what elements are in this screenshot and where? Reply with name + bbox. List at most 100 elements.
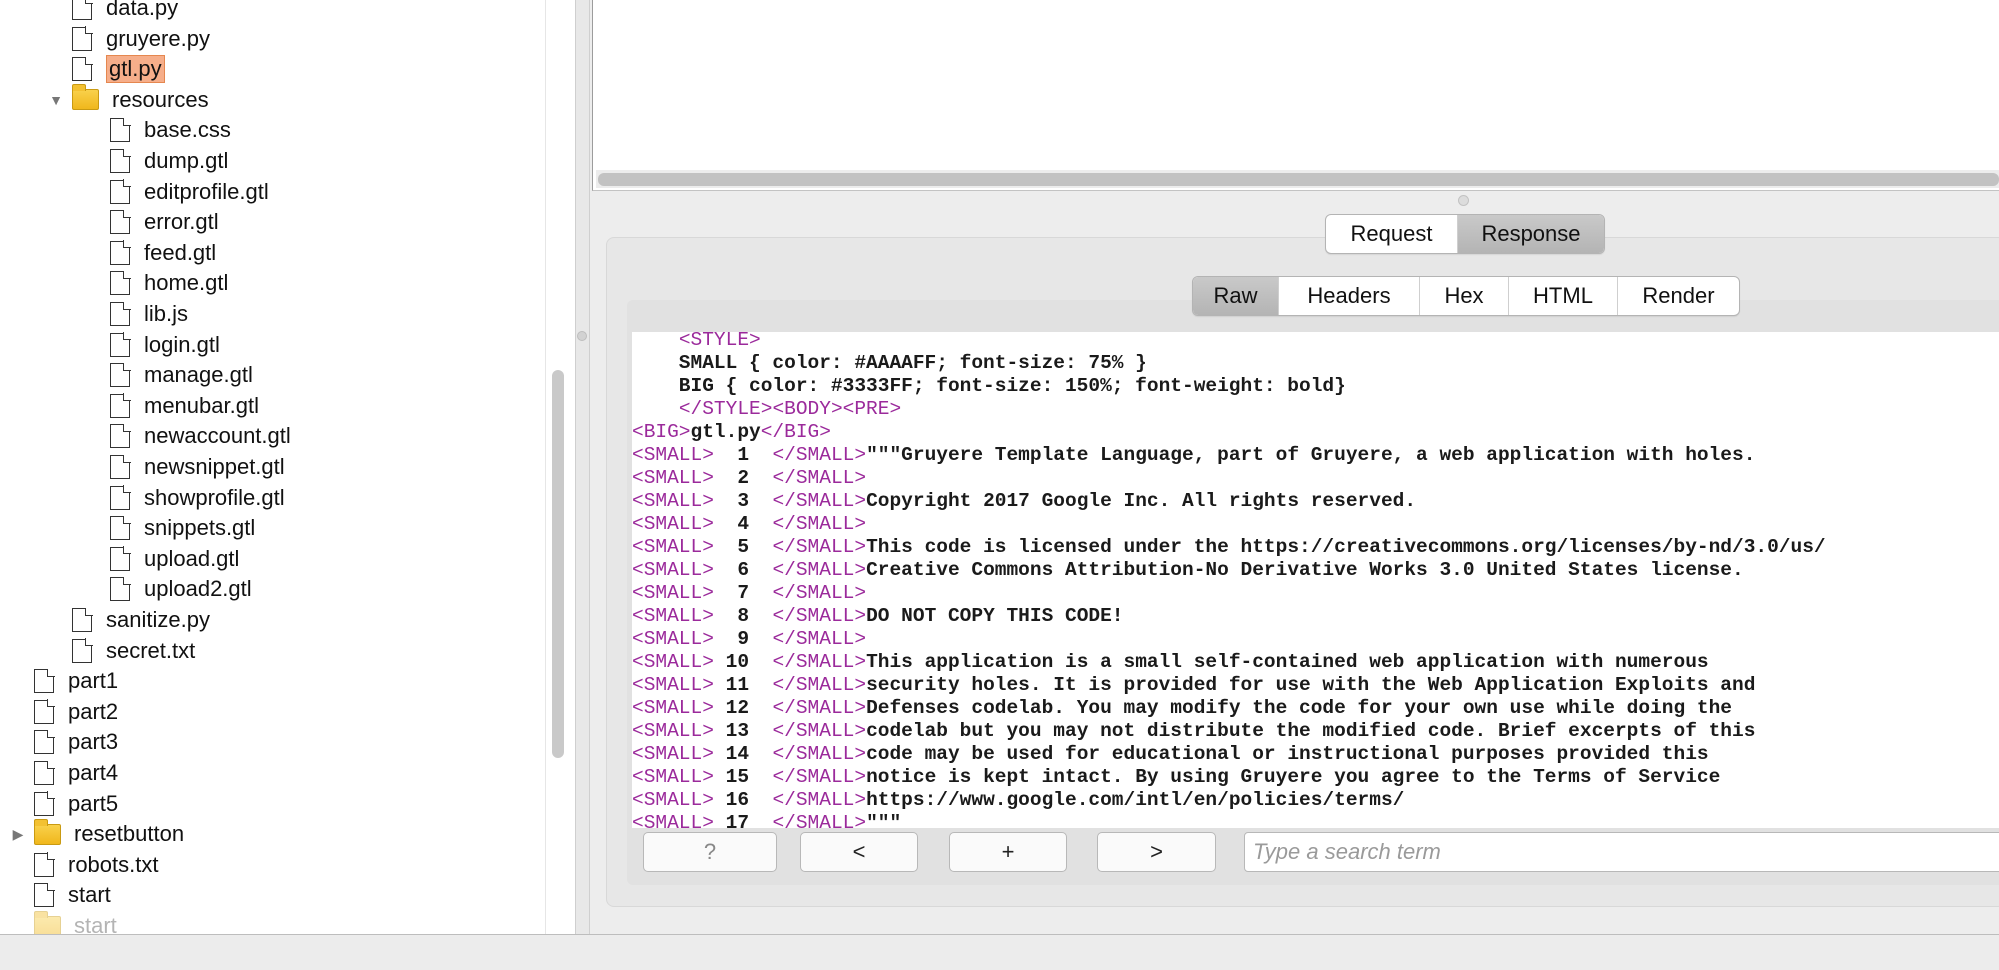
tree-item-label: robots.txt bbox=[68, 851, 159, 877]
code-text: 14 bbox=[713, 743, 773, 765]
tree-item[interactable]: part3 bbox=[8, 727, 118, 757]
tree-item-label: part4 bbox=[68, 760, 119, 785]
tree-item-label: part5 bbox=[68, 790, 119, 816]
tree-item[interactable]: secret.txt bbox=[46, 636, 195, 666]
tree-item-label: upload.gtl bbox=[144, 545, 240, 571]
code-line: </STYLE><BODY><PRE> bbox=[632, 398, 901, 421]
markup-tag: <SMALL> bbox=[632, 559, 714, 581]
code-line: <SMALL> 7 </SMALL> bbox=[632, 582, 866, 605]
tree-item-label: home.gtl bbox=[144, 270, 229, 296]
tree-item[interactable]: base.css bbox=[84, 115, 231, 145]
tree-item[interactable]: manage.gtl bbox=[84, 360, 253, 390]
markup-tag: </SMALL> bbox=[772, 605, 867, 627]
markup-tag: <BIG> bbox=[632, 421, 691, 443]
raw-response-text[interactable]: <STYLE> SMALL { color: #AAAAFF; font-siz… bbox=[632, 332, 1999, 828]
file-icon bbox=[110, 576, 131, 602]
horizontal-split-grip[interactable] bbox=[1458, 195, 1469, 206]
tree-item[interactable]: gruyere.py bbox=[46, 24, 210, 54]
tab-headers[interactable]: Headers bbox=[1279, 277, 1420, 315]
code-line: <SMALL> 5 </SMALL>This code is licensed … bbox=[632, 536, 1826, 559]
markup-tag: <STYLE> bbox=[678, 332, 761, 351]
tree-item[interactable]: gtl.py bbox=[46, 54, 165, 84]
code-text: 5 bbox=[713, 536, 773, 558]
code-text: 9 bbox=[713, 628, 773, 650]
code-line: <SMALL> 2 </SMALL> bbox=[632, 467, 866, 490]
tree-item[interactable]: showprofile.gtl bbox=[84, 483, 285, 513]
markup-tag: </SMALL> bbox=[772, 697, 867, 719]
request-list-hscroll-thumb[interactable] bbox=[598, 173, 1999, 186]
tree-item-label: gtl.py bbox=[106, 55, 165, 84]
tree-item-label: resetbutton bbox=[74, 821, 185, 847]
code-text: 3 bbox=[713, 490, 773, 512]
tree-item[interactable]: ▼ resources bbox=[46, 84, 209, 115]
tree-item[interactable]: start bbox=[8, 880, 111, 910]
add-button[interactable]: + bbox=[949, 832, 1067, 872]
tree-item-label: feed.gtl bbox=[144, 239, 217, 265]
vertical-split-divider[interactable] bbox=[575, 0, 590, 934]
tree-item[interactable]: snippets.gtl bbox=[84, 513, 255, 543]
markup-tag: </SMALL> bbox=[772, 467, 867, 489]
code-text: 4 bbox=[713, 513, 773, 535]
tree-item[interactable]: newaccount.gtl bbox=[84, 421, 291, 451]
markup-tag: <SMALL> bbox=[632, 651, 714, 673]
next-match-button[interactable]: > bbox=[1097, 832, 1216, 872]
code-text: gtl.py bbox=[690, 421, 761, 443]
tree-item[interactable]: robots.txt bbox=[8, 850, 158, 880]
markup-tag: </SMALL> bbox=[772, 536, 867, 558]
tree-item[interactable]: feed.gtl bbox=[84, 238, 216, 268]
markup-tag: </SMALL> bbox=[772, 812, 867, 828]
file-icon bbox=[34, 699, 55, 724]
tree-item[interactable]: home.gtl bbox=[84, 268, 228, 298]
collapse-arrow-icon[interactable]: ▼ bbox=[46, 92, 66, 108]
code-text: 12 bbox=[713, 697, 773, 719]
tree-item[interactable]: login.gtl bbox=[84, 330, 220, 360]
tree-item[interactable]: dump.gtl bbox=[84, 146, 228, 176]
tree-item[interactable]: newsnippet.gtl bbox=[84, 452, 285, 482]
tree-item-label: part2 bbox=[68, 698, 119, 724]
tree-scrollbar-thumb[interactable] bbox=[552, 370, 564, 758]
tree-item[interactable]: data.py bbox=[46, 0, 178, 23]
tree-item[interactable]: menubar.gtl bbox=[84, 391, 259, 421]
file-icon bbox=[110, 332, 131, 357]
status-bar bbox=[0, 934, 1999, 970]
tree-item[interactable]: part1 bbox=[8, 666, 118, 696]
file-icon bbox=[110, 270, 131, 296]
tree-item[interactable]: part5 bbox=[8, 789, 118, 819]
tree-item[interactable]: upload.gtl bbox=[84, 544, 239, 574]
tree-item[interactable]: part2 bbox=[8, 697, 118, 727]
tree-item[interactable]: ▶ resetbutton bbox=[8, 818, 185, 849]
tab-html[interactable]: HTML bbox=[1509, 277, 1618, 315]
tree-item[interactable]: part4 bbox=[8, 758, 118, 788]
markup-tag: </SMALL> bbox=[772, 743, 867, 765]
expand-arrow-icon[interactable]: ▶ bbox=[8, 826, 28, 843]
request-list-pane[interactable] bbox=[592, 0, 1999, 191]
tab-hex[interactable]: Hex bbox=[1420, 277, 1509, 315]
file-icon bbox=[110, 301, 131, 326]
tree-item[interactable]: start bbox=[8, 910, 117, 934]
tree-item-label: editprofile.gtl bbox=[144, 178, 269, 204]
search-input[interactable] bbox=[1244, 832, 1999, 872]
file-icon bbox=[110, 485, 131, 510]
markup-tag: <PRE> bbox=[842, 398, 902, 420]
file-icon bbox=[72, 0, 93, 20]
request-response-tabs: Request Response bbox=[1325, 214, 1605, 254]
tree-item[interactable]: upload2.gtl bbox=[84, 574, 252, 604]
tab-raw[interactable]: Raw bbox=[1193, 277, 1279, 315]
tree-item-label: data.py bbox=[106, 0, 179, 20]
site-map-tree[interactable]: data.py gruyere.py gtl.py ▼ resources base.cs… bbox=[0, 0, 546, 934]
markup-tag: <SMALL> bbox=[632, 697, 714, 719]
tab-request[interactable]: Request bbox=[1326, 215, 1458, 253]
split-grip-handle[interactable] bbox=[577, 331, 587, 341]
tree-item[interactable]: editprofile.gtl bbox=[84, 177, 269, 207]
previous-match-button[interactable]: < bbox=[800, 832, 918, 872]
tab-render[interactable]: Render bbox=[1618, 277, 1739, 315]
file-icon bbox=[110, 117, 131, 143]
help-button[interactable]: ? bbox=[643, 832, 777, 872]
tree-item-label: base.css bbox=[144, 117, 231, 143]
tab-response[interactable]: Response bbox=[1458, 215, 1604, 253]
tree-item[interactable]: lib.js bbox=[84, 299, 188, 329]
file-icon bbox=[110, 423, 131, 449]
tree-item[interactable]: sanitize.py bbox=[46, 605, 210, 635]
tree-item[interactable]: error.gtl bbox=[84, 207, 219, 237]
markup-tag: </SMALL> bbox=[772, 628, 867, 650]
